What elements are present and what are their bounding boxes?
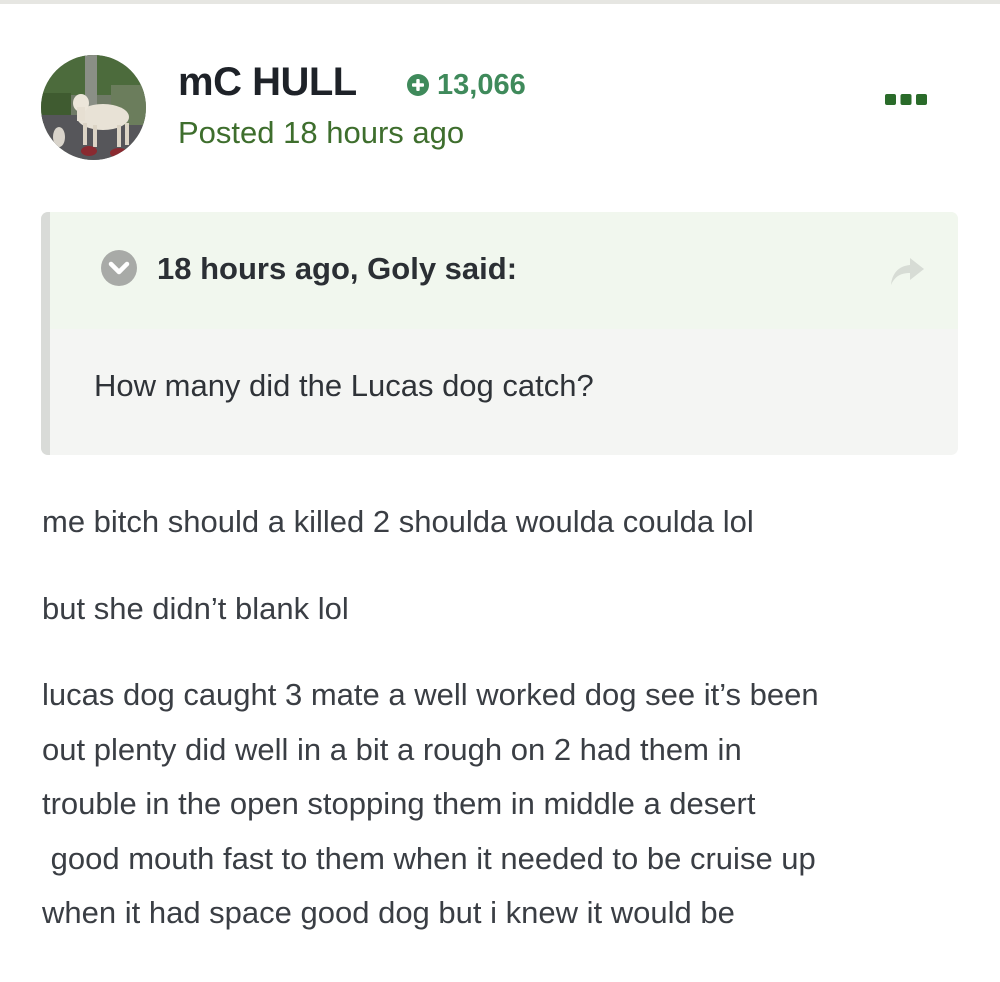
quote-header: 18 hours ago, Goly said: <box>50 212 958 329</box>
post-line: when it had space good dog but i knew it… <box>42 895 735 930</box>
top-divider <box>0 0 1000 4</box>
reputation-count: 13,066 <box>437 68 526 101</box>
share-arrow-icon[interactable] <box>888 254 928 290</box>
quote-block: 18 hours ago, Goly said: How many did th… <box>41 212 958 455</box>
author-name[interactable]: mC HULL <box>178 59 357 105</box>
quote-text: How many did the Lucas dog catch? <box>94 368 594 403</box>
more-options-icon[interactable] <box>880 88 932 110</box>
post-line: good mouth fast to them when it needed t… <box>42 840 816 876</box>
quote-citation: 18 hours ago, Goly said: <box>157 251 518 286</box>
post-line: lucas dog caught 3 mate a well worked do… <box>42 677 819 712</box>
post-timestamp[interactable]: Posted 18 hours ago <box>178 114 464 152</box>
author-avatar[interactable] <box>41 55 146 160</box>
avatar-dog-photo <box>41 55 146 160</box>
reputation-badge[interactable]: 13,066 <box>406 68 526 102</box>
post-paragraph: me bitch should a killed 2 shoulda would… <box>42 504 754 539</box>
plus-circle-icon <box>406 73 430 97</box>
post-line: trouble in the open stopping them in mid… <box>42 786 756 821</box>
post-line: out plenty did well in a bit a rough on … <box>42 731 742 767</box>
post-content: me bitch should a killed 2 shoulda would… <box>42 495 962 941</box>
quote-accent-bar <box>41 212 50 455</box>
chevron-down-icon[interactable] <box>100 249 138 287</box>
post-paragraph: but she didn’t blank lol <box>42 590 349 626</box>
